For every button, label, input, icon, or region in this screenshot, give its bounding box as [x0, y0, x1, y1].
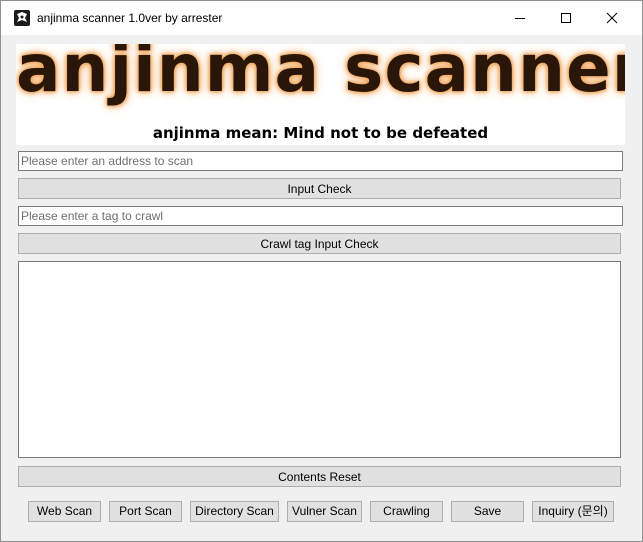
close-button[interactable] [589, 1, 635, 35]
directory-scan-button[interactable]: Directory Scan [190, 501, 279, 522]
crawling-button[interactable]: Crawling [370, 501, 443, 522]
banner-logo: anjinma scanner [16, 44, 625, 107]
maximize-button[interactable] [543, 1, 589, 35]
web-scan-button[interactable]: Web Scan [28, 501, 101, 522]
crawl-tag-input[interactable] [18, 206, 623, 226]
inquiry-button[interactable]: Inquiry (문의) [532, 501, 614, 522]
banner-tagline: anjinma mean: Mind not to be defeated [152, 124, 489, 142]
minimize-button[interactable] [497, 1, 543, 35]
contents-reset-button[interactable]: Contents Reset [18, 466, 621, 487]
close-icon [606, 12, 618, 24]
port-scan-button[interactable]: Port Scan [109, 501, 182, 522]
minimize-icon [515, 18, 525, 19]
banner-image: anjinma scanner anjinma mean: Mind not t… [16, 44, 625, 145]
address-input[interactable] [18, 151, 623, 171]
output-textarea[interactable] [18, 261, 621, 458]
maximize-icon [561, 13, 571, 23]
save-button[interactable]: Save [451, 501, 524, 522]
input-check-button[interactable]: Input Check [18, 178, 621, 199]
window-title: anjinma scanner 1.0ver by arrester [37, 11, 223, 25]
crawl-tag-input-check-button[interactable]: Crawl tag Input Check [18, 233, 621, 254]
title-bar[interactable]: anjinma scanner 1.0ver by arrester [1, 1, 642, 35]
app-icon [14, 10, 30, 26]
vulner-scan-button[interactable]: Vulner Scan [287, 501, 362, 522]
app-window: anjinma scanner 1.0ver by arrester anjin… [0, 0, 643, 542]
